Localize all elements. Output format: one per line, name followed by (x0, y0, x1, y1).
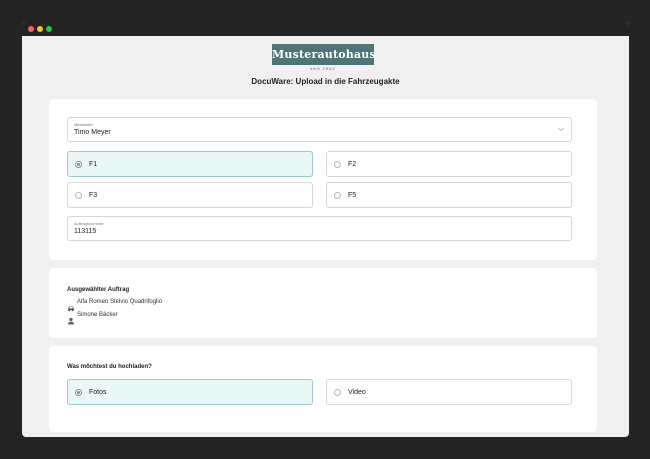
order-number-input[interactable]: Auftragsnummer 113115 (67, 216, 572, 241)
option-f1[interactable]: F1 (67, 151, 313, 177)
upload-type-title: Was möchtest du hochladen? (67, 364, 152, 370)
page-content: Musterautohaus seit 1962 DocuWare: Uploa… (22, 36, 629, 437)
radio-icon (334, 192, 341, 199)
radio-icon (75, 192, 82, 199)
user-icon (67, 312, 75, 325)
employee-select-label: Mitarbeiter (74, 122, 93, 127)
employee-select[interactable]: Mitarbeiter Timo Meyer (67, 117, 572, 142)
page-title: DocuWare: Upload in die Fahrzeugakte (251, 77, 400, 86)
minimize-window-icon[interactable] (37, 26, 43, 32)
chevron-down-icon (557, 125, 565, 133)
browser-window: Musterautohaus seit 1962 DocuWare: Uploa… (22, 22, 629, 437)
option-fotos-label: Fotos (89, 389, 107, 396)
maximize-window-icon[interactable] (46, 26, 52, 32)
order-number-value: 113115 (74, 228, 97, 235)
employee-select-value: Timo Meyer (74, 129, 111, 136)
car-name: Alfa Romeo Stelvio Quadrifoglio (77, 299, 163, 305)
option-f3[interactable]: F3 (67, 182, 313, 208)
option-f2[interactable]: F2 (326, 151, 572, 177)
order-number-label: Auftragsnummer (74, 221, 104, 226)
upload-type-card: Was möchtest du hochladen? Fotos Video (49, 346, 597, 432)
selected-order-title: Ausgewählter Auftrag (67, 287, 130, 293)
close-window-icon[interactable] (28, 26, 34, 32)
option-fotos[interactable]: Fotos (67, 379, 313, 405)
option-video-label: Video (348, 389, 366, 396)
radio-icon (334, 389, 341, 396)
option-f3-label: F3 (89, 192, 98, 199)
radio-selected-icon (75, 389, 82, 396)
brand-logo: Musterautohaus (272, 44, 376, 65)
selected-order-card: Ausgewählter Auftrag Alfa Romeo Stelvio … (49, 268, 597, 338)
person-name: Simone Bäcker (77, 312, 118, 318)
window-titlebar (22, 22, 629, 36)
brand-logo-subtitle: seit 1962 (310, 66, 336, 71)
radio-selected-icon (75, 161, 82, 168)
option-f5-label: F5 (348, 192, 357, 199)
radio-icon (334, 161, 341, 168)
option-f5[interactable]: F5 (326, 182, 572, 208)
option-video[interactable]: Video (326, 379, 572, 405)
option-f1-label: F1 (89, 161, 98, 168)
form-card: Mitarbeiter Timo Meyer F1 F2 F3 F5 Auftr… (49, 99, 597, 260)
option-f2-label: F2 (348, 161, 357, 168)
car-icon (67, 299, 75, 312)
